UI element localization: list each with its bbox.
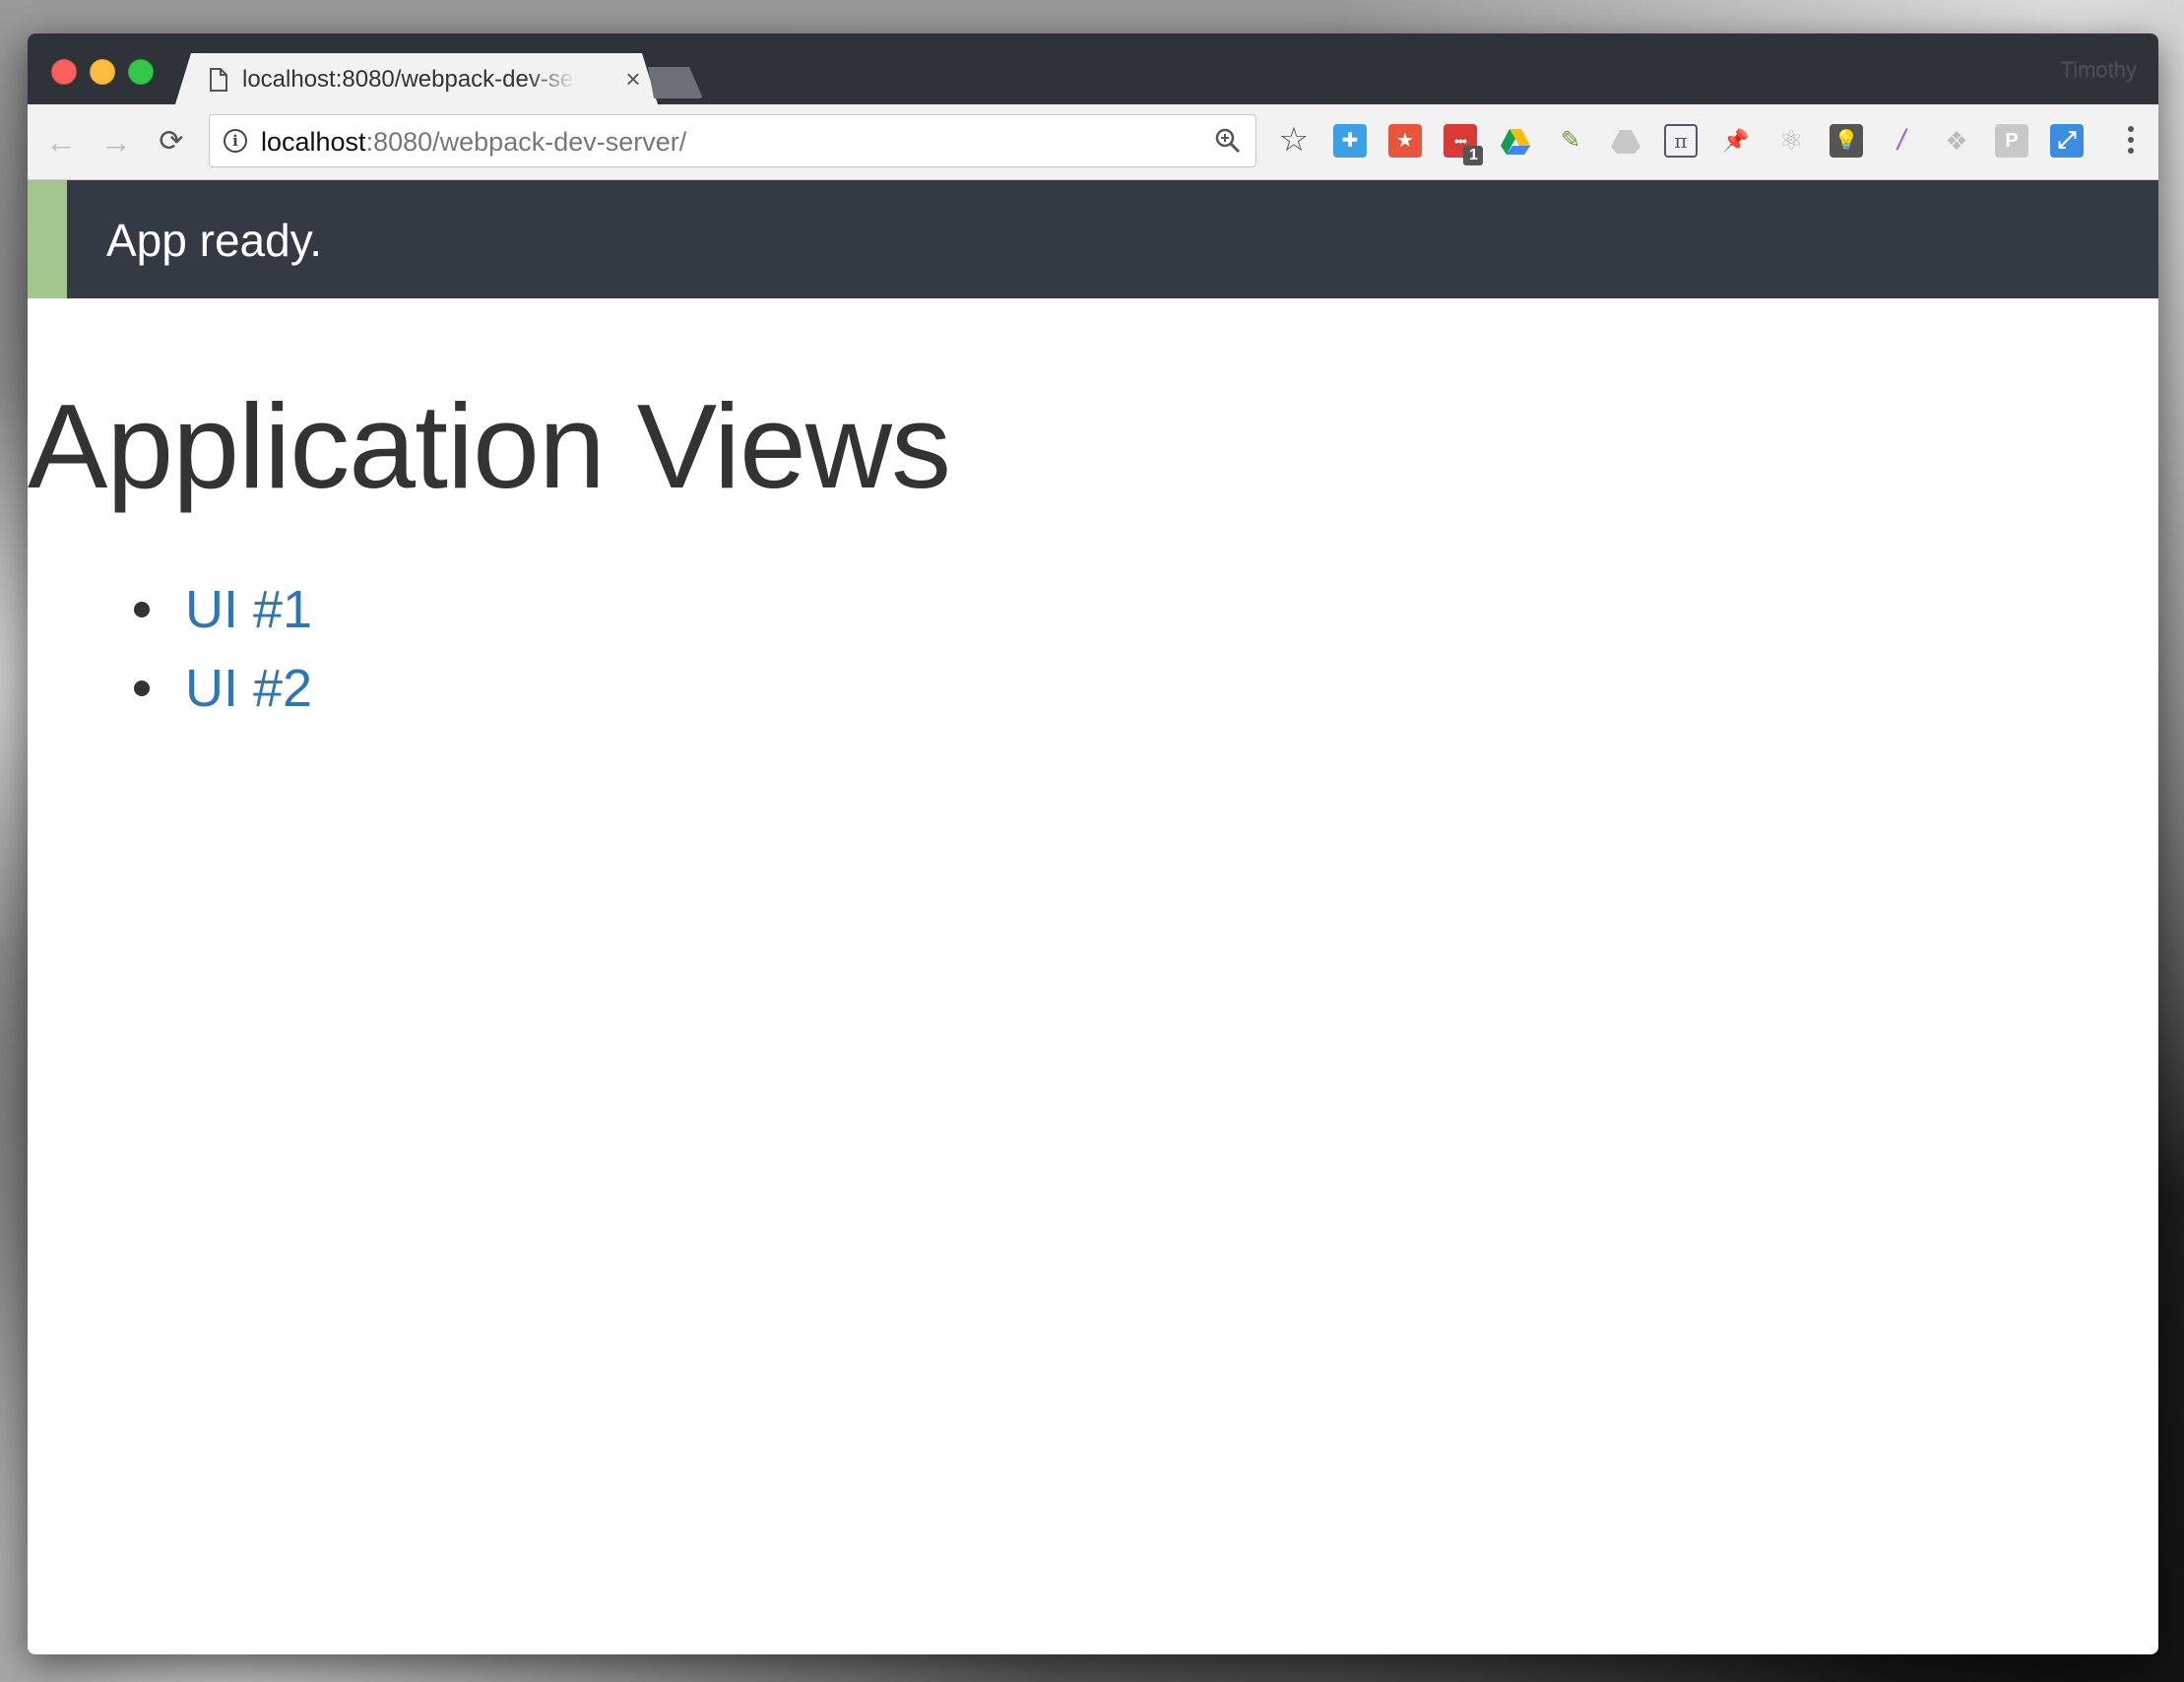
resize-extension-icon[interactable]: ⤢ xyxy=(2050,124,2084,158)
reload-icon[interactable]: ⟳ xyxy=(154,124,189,160)
minimize-window-button[interactable] xyxy=(90,59,115,85)
pen-extension-icon[interactable]: / xyxy=(1885,124,1918,158)
new-tab-button[interactable] xyxy=(640,67,703,98)
notification-badge: 1 xyxy=(1463,146,1483,165)
drive-grey-extension-icon[interactable] xyxy=(1609,124,1642,158)
pi-extension-icon[interactable]: π xyxy=(1664,124,1698,158)
page-title: Application Views xyxy=(28,379,951,513)
plus-extension-icon[interactable]: ✚ xyxy=(1333,124,1367,158)
banner-accent-bar xyxy=(28,180,67,298)
ui-1-link[interactable]: UI #1 xyxy=(185,580,312,639)
list-item: UI #2 xyxy=(133,649,312,728)
page-viewport: App ready. Application Views UI #1 UI #2 xyxy=(28,180,2158,1654)
close-window-button[interactable] xyxy=(51,59,77,85)
pin-extension-icon[interactable]: 📌 xyxy=(1719,124,1753,158)
banner-text: App ready. xyxy=(106,215,323,266)
document-icon xyxy=(210,68,227,92)
calendar-extension-icon[interactable]: ••• 1 xyxy=(1444,124,1483,165)
gesture-extension-icon[interactable]: ✎ xyxy=(1554,124,1587,158)
back-arrow-icon[interactable]: ← xyxy=(43,124,79,160)
status-banner: App ready. xyxy=(28,180,2158,298)
bookmark-star-icon[interactable]: ☆ xyxy=(1276,122,1312,158)
forward-arrow-icon[interactable]: → xyxy=(98,124,134,160)
maximize-window-button[interactable] xyxy=(128,59,154,85)
p-extension-icon[interactable]: P xyxy=(1995,124,2028,158)
tab-title: localhost:8080/webpack-dev-server/ xyxy=(242,66,577,93)
url-text[interactable]: localhost:8080/webpack-dev-server/ xyxy=(261,125,686,159)
address-bar[interactable]: i localhost:8080/webpack-dev-server/ xyxy=(209,114,1256,167)
zoom-in-icon[interactable] xyxy=(1214,127,1242,155)
info-icon[interactable]: i xyxy=(224,129,247,153)
active-tab[interactable]: localhost:8080/webpack-dev-server/ × xyxy=(175,53,658,104)
google-drive-extension-icon[interactable] xyxy=(1499,124,1532,158)
profile-name[interactable]: Timothy xyxy=(2061,57,2137,83)
ui-2-link[interactable]: UI #2 xyxy=(185,659,312,718)
browser-toolbar: ← → ⟳ i localhost:8080/webpack-dev-serve… xyxy=(28,104,2158,180)
title-bar: localhost:8080/webpack-dev-server/ × Tim… xyxy=(28,33,2158,104)
star-extension-icon[interactable]: ★ xyxy=(1388,124,1422,158)
lightbulb-extension-icon[interactable]: 💡 xyxy=(1830,124,1863,158)
views-list: UI #1 UI #2 xyxy=(28,570,312,728)
list-item: UI #1 xyxy=(133,570,312,649)
react-extension-icon[interactable]: ⚛ xyxy=(1774,124,1808,158)
dropbox-extension-icon[interactable]: ❖ xyxy=(1940,124,1973,158)
browser-window: localhost:8080/webpack-dev-server/ × Tim… xyxy=(28,33,2158,1654)
browser-menu-icon[interactable] xyxy=(2127,126,2135,156)
